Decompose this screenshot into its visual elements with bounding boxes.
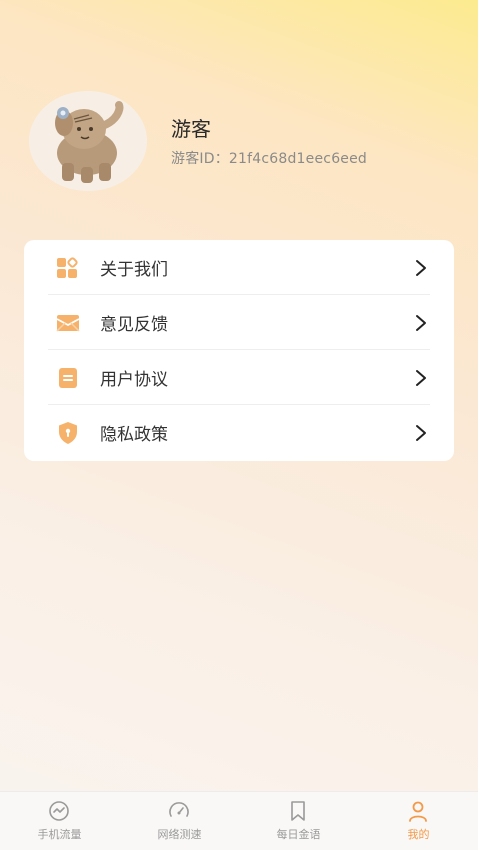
menu-item-label: 隐私政策 <box>100 425 168 445</box>
menu-item-label: 意见反馈 <box>100 315 168 335</box>
document-icon <box>59 368 77 388</box>
tab-mine[interactable]: 我的 <box>359 792 478 850</box>
menu-item-label: 关于我们 <box>100 260 168 280</box>
avatar[interactable] <box>29 91 147 191</box>
mail-icon <box>56 315 80 332</box>
user-name: 游客 <box>171 117 211 141</box>
elephant-avatar-icon <box>55 101 124 183</box>
tab-label: 每日金语 <box>276 828 321 841</box>
bookmark-icon <box>291 801 305 821</box>
user-icon <box>409 801 427 822</box>
menu-item-user-agreement[interactable]: 用户协议 <box>24 350 454 405</box>
menu-item-privacy-policy[interactable]: 隐私政策 <box>24 405 454 460</box>
bottom-tab-bar: 手机流量 网络测速 每日金语 我的 <box>0 791 478 850</box>
chevron-right-icon <box>416 260 426 276</box>
tab-daily-quote[interactable]: 每日金语 <box>239 792 358 850</box>
user-id: 游客ID：21f4c68d1eec6eed <box>171 151 368 167</box>
tab-mobile-data[interactable]: 手机流量 <box>0 792 119 850</box>
settings-menu: 关于我们 意见反馈 用户协议 隐私政策 <box>24 240 454 461</box>
tab-label: 手机流量 <box>37 828 82 841</box>
chevron-right-icon <box>416 425 426 441</box>
tab-label: 我的 <box>407 828 430 841</box>
tab-speed-test[interactable]: 网络测速 <box>120 792 239 850</box>
profile-header: 游客 游客ID：21f4c68d1eec6eed <box>0 0 478 230</box>
data-usage-icon <box>49 801 69 821</box>
menu-item-feedback[interactable]: 意见反馈 <box>24 295 454 350</box>
shield-icon <box>59 422 77 444</box>
speedometer-icon <box>169 802 189 817</box>
chevron-right-icon <box>416 315 426 331</box>
menu-item-label: 用户协议 <box>100 370 168 390</box>
menu-item-about[interactable]: 关于我们 <box>24 240 454 295</box>
chevron-right-icon <box>416 370 426 386</box>
apps-grid-icon <box>57 257 78 278</box>
tab-label: 网络测速 <box>157 828 202 841</box>
